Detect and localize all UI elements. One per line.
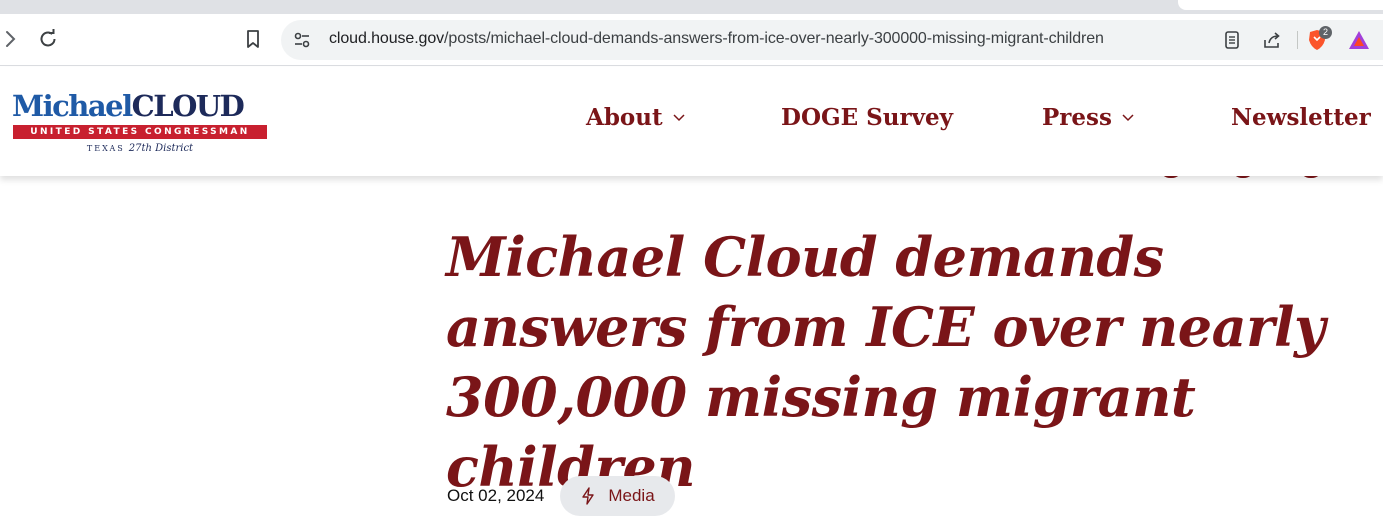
logo-last-name: CLOUD — [131, 89, 245, 123]
nav-about[interactable]: About — [586, 104, 685, 131]
shields-count-badge: 2 — [1319, 26, 1332, 39]
nav-doge-survey[interactable]: DOGE Survey — [781, 104, 953, 131]
reader-mode-icon[interactable] — [1220, 28, 1244, 52]
active-tab-edge[interactable] — [1178, 0, 1383, 10]
brave-rewards-icon[interactable] — [1347, 28, 1371, 52]
nav-press[interactable]: Press — [1042, 104, 1134, 131]
url-host: cloud.house.gov — [329, 30, 445, 47]
logo-first-name: Michael — [12, 89, 133, 123]
forward-icon[interactable] — [0, 26, 24, 52]
nav-about-label: About — [586, 104, 663, 131]
nav-newsletter[interactable]: Newsletter — [1231, 104, 1371, 131]
site-settings-icon[interactable] — [291, 29, 313, 51]
address-bar[interactable]: cloud.house.gov/posts/michael-cloud-dema… — [281, 20, 1383, 60]
category-badge[interactable]: Media — [560, 476, 675, 516]
article-title: Michael Cloud demands answers from ICE o… — [446, 225, 1325, 499]
nav-press-label: Press — [1042, 104, 1112, 131]
url-path: /posts/michael-cloud-demands-answers-fro… — [444, 30, 1104, 47]
logo-district-label: 27th District — [128, 143, 194, 154]
lightning-icon — [580, 487, 596, 505]
url-text[interactable]: cloud.house.gov/posts/michael-cloud-dema… — [329, 30, 1104, 48]
tab-strip — [0, 0, 1383, 14]
logo-wordmark: MichaelCLOUD — [12, 87, 245, 125]
brave-shields-icon[interactable]: 2 — [1305, 26, 1332, 52]
logo-band: UNITED STATES CONGRESSMAN — [13, 125, 267, 139]
category-label: Media — [608, 486, 655, 505]
chevron-down-icon — [673, 113, 685, 122]
nav-doge-survey-label: DOGE Survey — [781, 104, 953, 131]
reload-icon[interactable] — [35, 26, 61, 52]
bookmark-icon[interactable] — [240, 26, 266, 52]
chevron-down-icon — [1122, 113, 1134, 122]
article-meta: Oct 02, 2024 Media — [447, 476, 675, 516]
browser-toolbar: cloud.house.gov/posts/michael-cloud-dema… — [0, 14, 1383, 66]
logo-state: TEXAS — [86, 144, 125, 153]
site-header: MichaelCLOUD UNITED STATES CONGRESSMAN T… — [0, 67, 1383, 176]
nav-newsletter-label: Newsletter — [1231, 104, 1371, 131]
share-icon[interactable] — [1260, 28, 1284, 52]
omnibox-divider — [1297, 31, 1298, 49]
logo-district: TEXAS 27th District — [12, 143, 268, 154]
site-logo[interactable]: MichaelCLOUD UNITED STATES CONGRESSMAN T… — [12, 87, 270, 161]
article-date: Oct 02, 2024 — [447, 486, 545, 505]
